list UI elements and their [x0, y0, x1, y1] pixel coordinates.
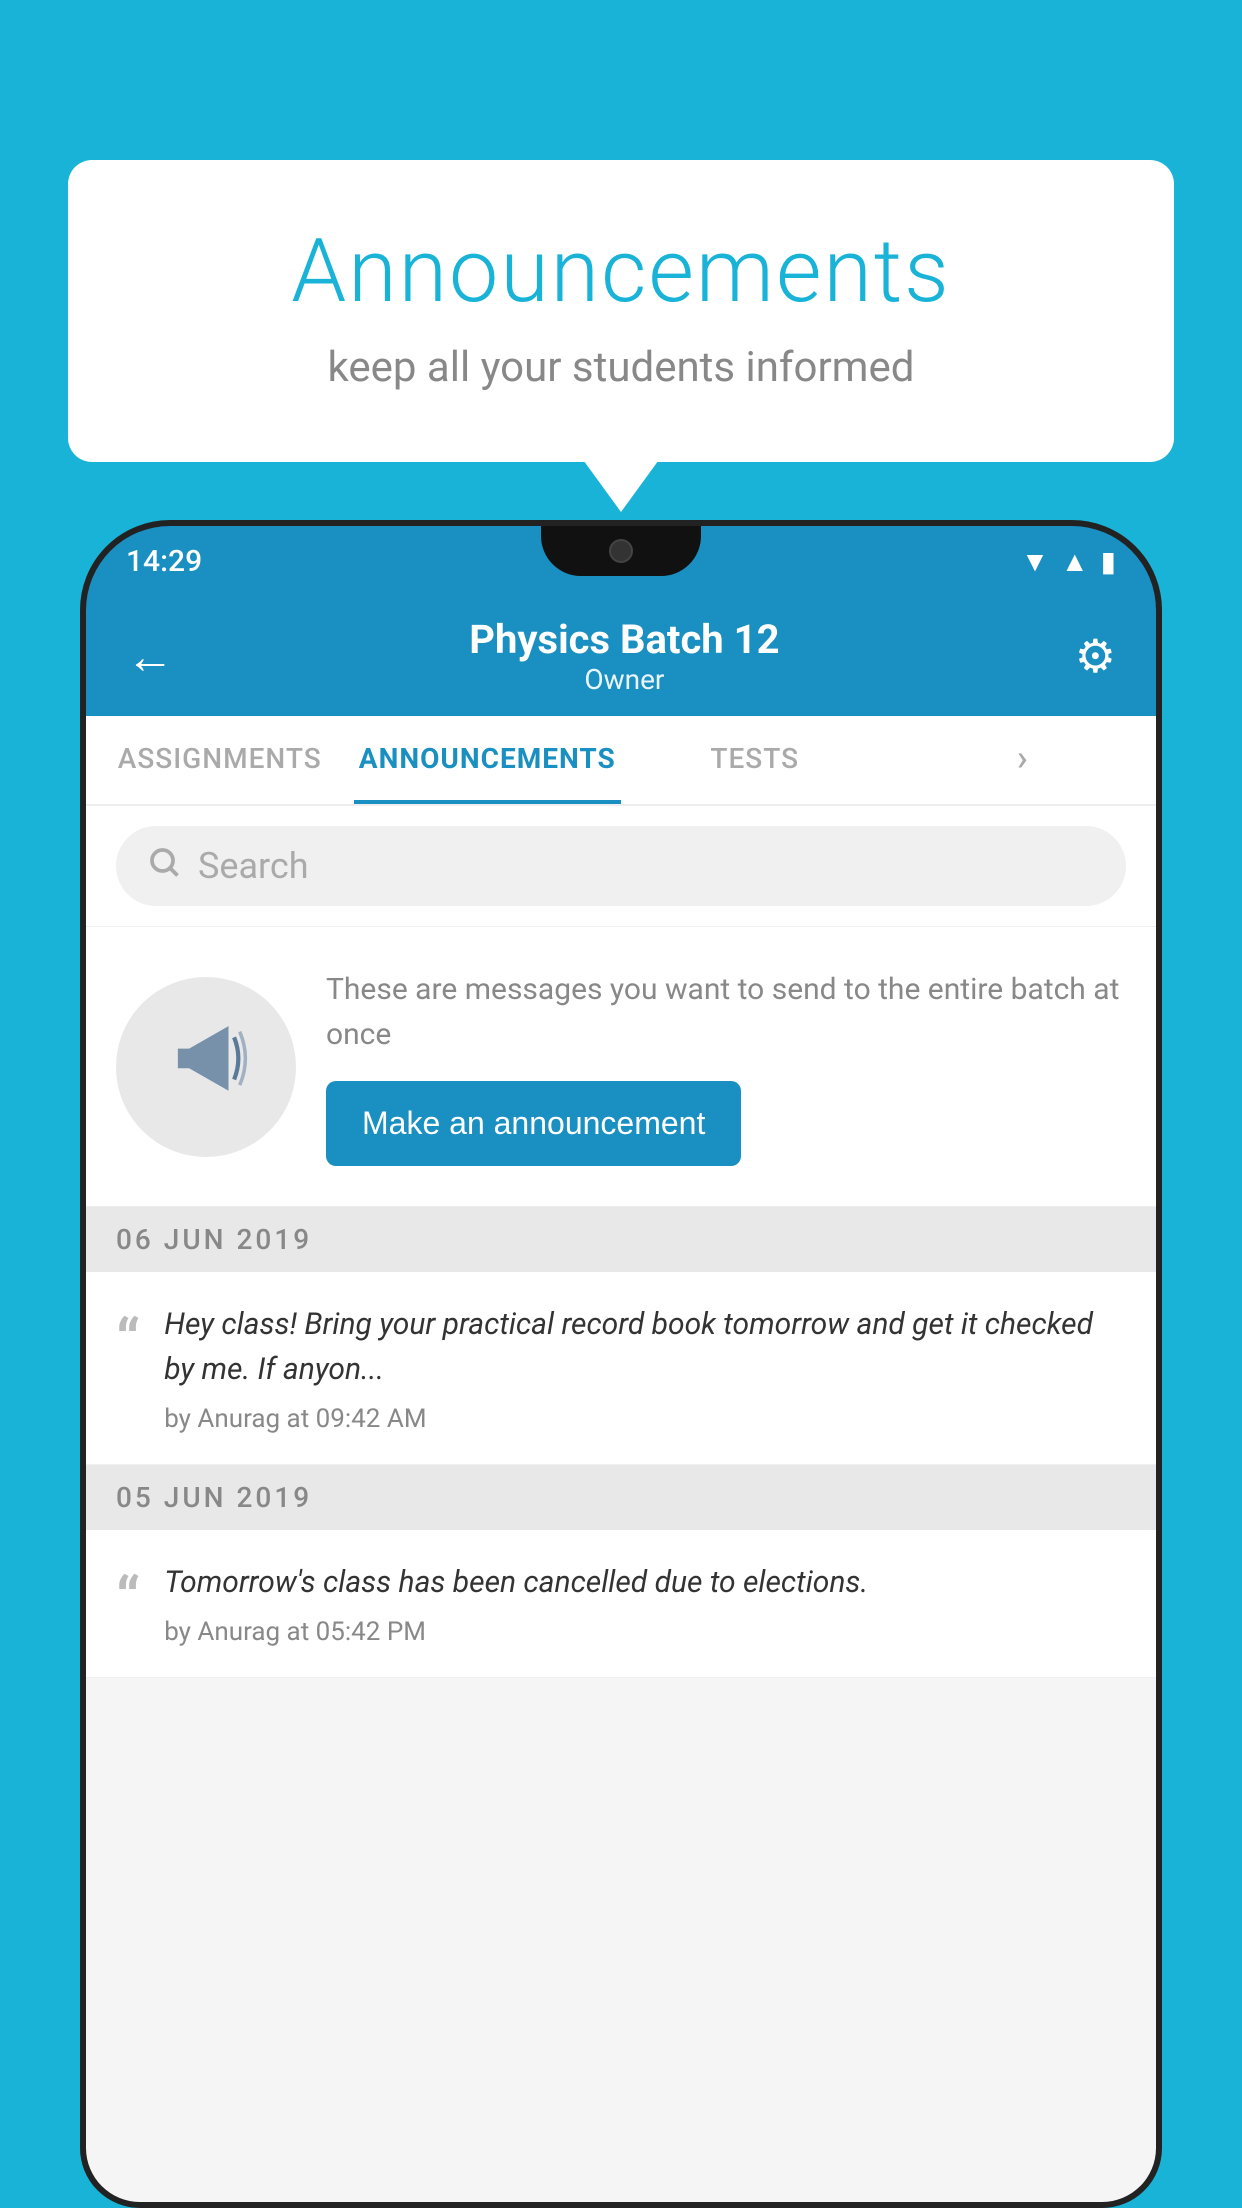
content-area: Search These are messages you want to s — [86, 806, 1156, 2202]
status-icons: ▼ ▲ ▮ — [1021, 545, 1116, 578]
notch — [541, 526, 701, 576]
tab-tests[interactable]: TESTS — [621, 716, 889, 804]
speech-bubble-container: Announcements keep all your students inf… — [68, 160, 1174, 462]
make-announcement-button[interactable]: Make an announcement — [326, 1081, 741, 1166]
cta-right: These are messages you want to send to t… — [326, 967, 1126, 1166]
header-subtitle: Owner — [469, 663, 779, 696]
search-icon — [146, 844, 182, 889]
announcement-text-block-2: Tomorrow's class has been cancelled due … — [164, 1560, 1126, 1647]
page-background: Announcements keep all your students inf… — [0, 0, 1242, 2208]
search-bar[interactable]: Search — [116, 826, 1126, 906]
search-placeholder: Search — [198, 845, 309, 887]
speech-bubble-title: Announcements — [108, 220, 1134, 323]
announcement-text-block-1: Hey class! Bring your practical record b… — [164, 1302, 1126, 1434]
header-center: Physics Batch 12 Owner — [469, 616, 779, 696]
speech-bubble: Announcements keep all your students inf… — [68, 160, 1174, 462]
announcement-by-2: by Anurag at 05:42 PM — [164, 1617, 1126, 1647]
header-title: Physics Batch 12 — [469, 616, 779, 663]
status-bar: 14:29 ▼ ▲ ▮ — [86, 526, 1156, 596]
camera-notch — [609, 539, 633, 563]
speech-bubble-subtitle: keep all your students informed — [108, 343, 1134, 392]
megaphone-icon — [161, 1012, 251, 1122]
announcement-item-1: “ Hey class! Bring your practical record… — [86, 1272, 1156, 1465]
signal-icon: ▲ — [1061, 545, 1089, 578]
search-bar-container: Search — [86, 806, 1156, 927]
status-time: 14:29 — [126, 544, 202, 579]
cta-description: These are messages you want to send to t… — [326, 967, 1126, 1057]
announcement-message-2: Tomorrow's class has been cancelled due … — [164, 1560, 1126, 1605]
date-header-1: 06 JUN 2019 — [86, 1207, 1156, 1272]
tabs-bar: ASSIGNMENTS ANNOUNCEMENTS TESTS › — [86, 716, 1156, 806]
settings-icon[interactable]: ⚙ — [1075, 629, 1116, 684]
announcement-item-2: “ Tomorrow's class has been cancelled du… — [86, 1530, 1156, 1678]
announcement-by-1: by Anurag at 09:42 AM — [164, 1404, 1126, 1434]
phone-frame: 14:29 ▼ ▲ ▮ ← Physics Batch 12 Owner ⚙ — [80, 520, 1162, 2208]
announcement-icon-circle — [116, 977, 296, 1157]
quote-icon-1: “ — [116, 1312, 140, 1372]
battery-icon: ▮ — [1101, 545, 1116, 578]
quote-icon-2: “ — [116, 1570, 140, 1630]
tab-assignments[interactable]: ASSIGNMENTS — [86, 716, 354, 804]
announcement-message-1: Hey class! Bring your practical record b… — [164, 1302, 1126, 1392]
date-header-2: 05 JUN 2019 — [86, 1465, 1156, 1530]
cta-section: These are messages you want to send to t… — [86, 927, 1156, 1207]
back-button[interactable]: ← — [126, 628, 174, 685]
wifi-icon: ▼ — [1021, 545, 1049, 578]
tab-more[interactable]: › — [889, 716, 1157, 804]
app-header: ← Physics Batch 12 Owner ⚙ — [86, 596, 1156, 716]
tab-announcements[interactable]: ANNOUNCEMENTS — [354, 716, 622, 804]
